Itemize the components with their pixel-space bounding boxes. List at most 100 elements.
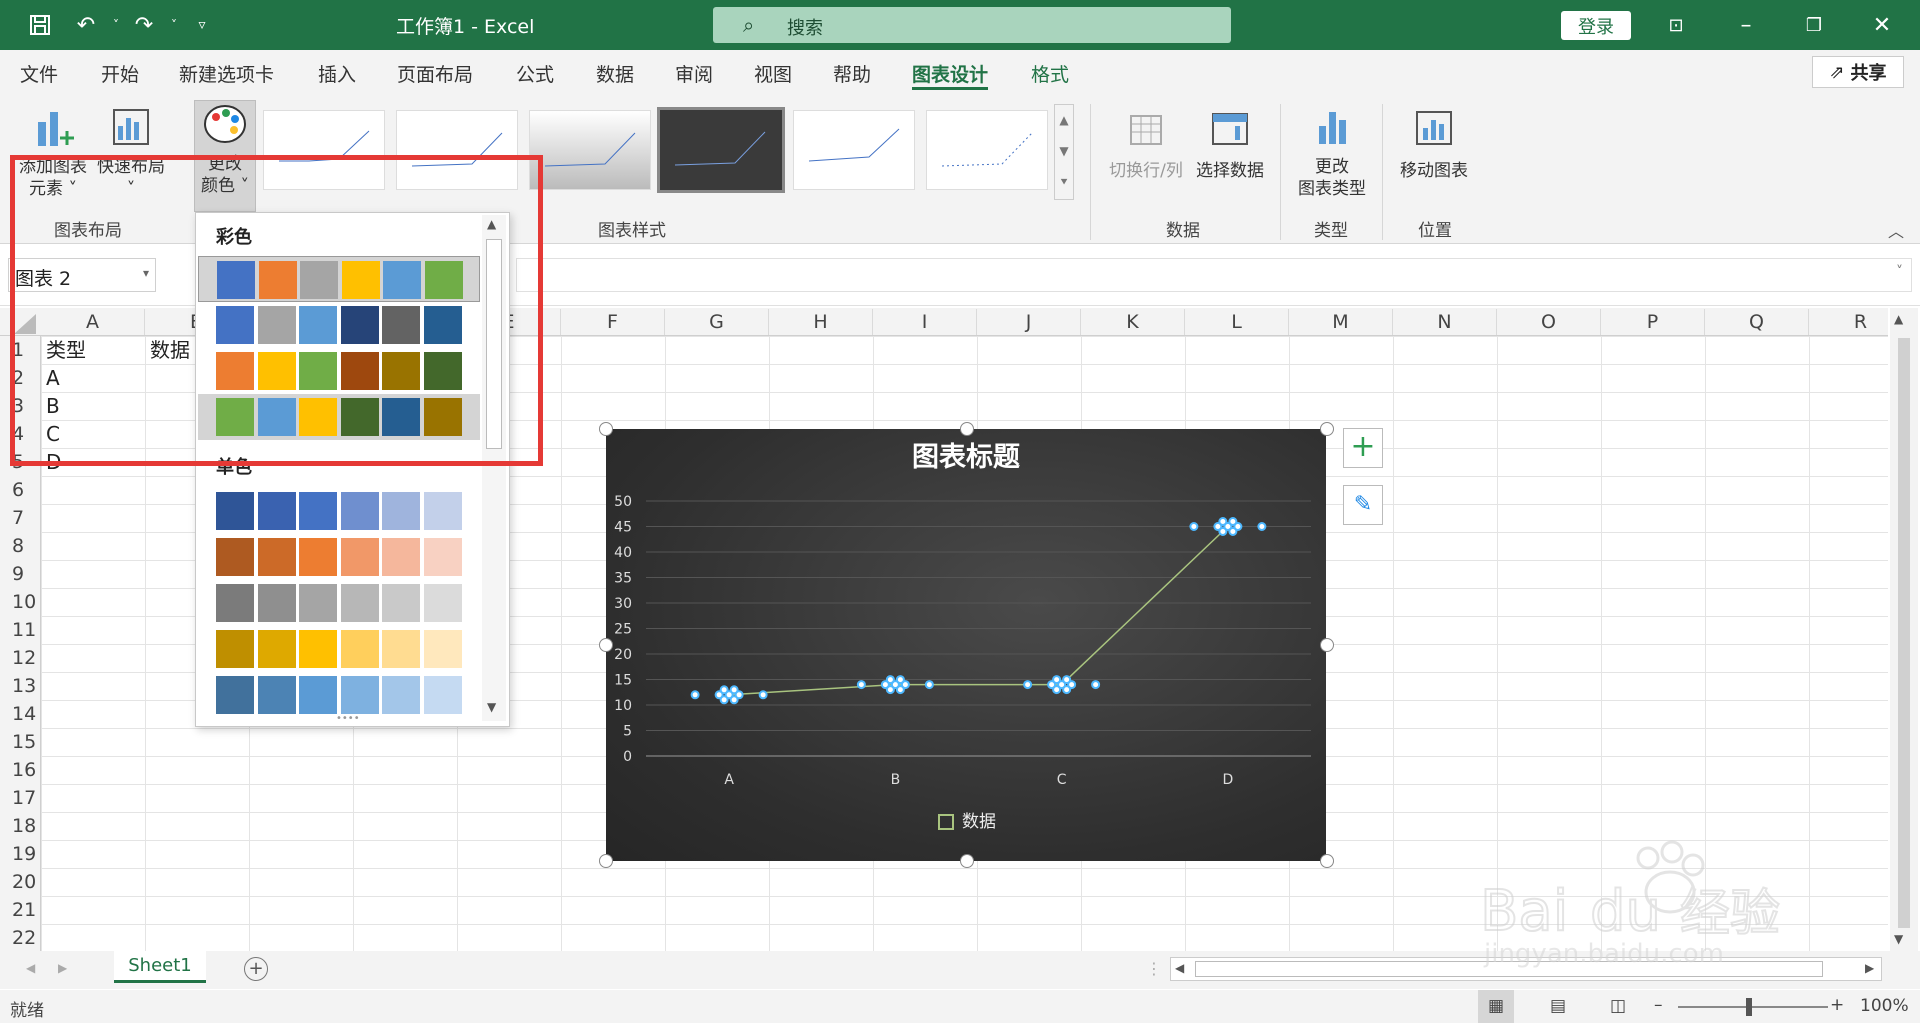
styles-scroll[interactable]: ▲ ▼ ⯆ xyxy=(1054,104,1074,200)
scroll-right-icon[interactable]: ▶ xyxy=(1865,961,1874,975)
search-box[interactable]: ⌕ 搜索 xyxy=(713,7,1231,43)
row-header-8[interactable]: 8 xyxy=(0,532,40,560)
monochromatic-palette-option[interactable] xyxy=(198,488,480,534)
row-header-18[interactable]: 18 xyxy=(0,812,40,840)
column-header-n[interactable]: N xyxy=(1393,309,1497,335)
row-header-19[interactable]: 19 xyxy=(0,840,40,868)
page-layout-view-icon[interactable]: ▤ xyxy=(1540,990,1576,1023)
resize-handle[interactable] xyxy=(599,422,613,436)
scroll-up-icon[interactable]: ▲ xyxy=(1055,105,1073,136)
column-header-j[interactable]: J xyxy=(977,309,1081,335)
login-button[interactable]: 登录 xyxy=(1561,11,1631,40)
tab-formulas[interactable]: 公式 xyxy=(516,60,554,86)
select-data-button[interactable]: 选择数据 xyxy=(1190,104,1270,182)
expand-formula-bar-icon[interactable]: ˅ xyxy=(1896,264,1903,280)
chart-style-4-selected[interactable] xyxy=(657,107,785,193)
page-break-view-icon[interactable]: ◫ xyxy=(1600,990,1636,1023)
zoom-level[interactable]: 100% xyxy=(1860,996,1909,1016)
row-header-17[interactable]: 17 xyxy=(0,784,40,812)
row-header-16[interactable]: 16 xyxy=(0,756,40,784)
row-header-11[interactable]: 11 xyxy=(0,616,40,644)
column-header-q[interactable]: Q xyxy=(1705,309,1809,335)
monochromatic-palette-option[interactable] xyxy=(198,672,480,718)
prev-sheet-icon[interactable]: ◀ xyxy=(26,961,35,975)
column-header-f[interactable]: F xyxy=(561,309,665,335)
column-header-h[interactable]: H xyxy=(769,309,873,335)
more-styles-icon[interactable]: ⯆ xyxy=(1055,167,1073,198)
tab-help[interactable]: 帮助 xyxy=(833,60,871,86)
row-header-7[interactable]: 7 xyxy=(0,504,40,532)
chart-style-5[interactable] xyxy=(793,110,915,190)
zoom-in-icon[interactable]: + xyxy=(1830,995,1844,1015)
scroll-down-icon[interactable]: ▼ xyxy=(1894,932,1903,946)
close-icon[interactable]: ✕ xyxy=(1866,8,1898,42)
row-header-15[interactable]: 15 xyxy=(0,728,40,756)
monochromatic-palette-option[interactable] xyxy=(198,626,480,672)
restore-icon[interactable]: ❐ xyxy=(1798,8,1830,42)
minimize-icon[interactable]: – xyxy=(1730,8,1762,42)
move-chart-button[interactable]: 移动图表 xyxy=(1394,104,1474,182)
column-header-l[interactable]: L xyxy=(1185,309,1289,335)
scroll-left-icon[interactable]: ◀ xyxy=(1175,961,1184,975)
customize-quick-access-icon[interactable]: ▿ xyxy=(186,8,218,42)
row-header-10[interactable]: 10 xyxy=(0,588,40,616)
change-chart-type-button[interactable]: 更改 图表类型 xyxy=(1292,104,1372,200)
resize-handle[interactable] xyxy=(960,854,974,868)
collapse-ribbon-icon[interactable]: ︿ xyxy=(1888,218,1904,242)
dropdown-resize-grip[interactable]: •••• xyxy=(336,713,360,724)
tab-new[interactable]: 新建选项卡 xyxy=(179,60,274,86)
sheet-tab-sheet1[interactable]: Sheet1 xyxy=(114,951,206,983)
dropdown-scroll-down-icon[interactable]: ▼ xyxy=(487,700,496,714)
tab-home[interactable]: 开始 xyxy=(101,60,139,86)
chart-style-3[interactable] xyxy=(529,110,651,190)
chart-elements-icon[interactable]: + xyxy=(1343,428,1383,468)
formula-input[interactable] xyxy=(516,258,1912,292)
column-header-g[interactable]: G xyxy=(665,309,769,335)
next-sheet-icon[interactable]: ▶ xyxy=(58,961,67,975)
tab-split-handle[interactable]: ⋮ xyxy=(1146,959,1162,978)
row-header-21[interactable]: 21 xyxy=(0,896,40,924)
monochromatic-palette-option[interactable] xyxy=(198,534,480,580)
resize-handle[interactable] xyxy=(599,854,613,868)
resize-handle[interactable] xyxy=(599,638,613,652)
vertical-scrollbar[interactable]: ▲ ▼ xyxy=(1890,308,1918,951)
add-sheet-icon[interactable]: + xyxy=(244,957,268,981)
switch-row-column-button[interactable]: 切换行/列 xyxy=(1104,104,1188,182)
chart-style-6[interactable] xyxy=(926,110,1048,190)
row-header-9[interactable]: 9 xyxy=(0,560,40,588)
scroll-up-icon[interactable]: ▲ xyxy=(1894,312,1903,326)
ribbon-display-options-icon[interactable]: ⊡ xyxy=(1660,8,1692,42)
normal-view-icon[interactable]: ▦ xyxy=(1478,990,1514,1023)
chart-styles-brush-icon[interactable]: ✎ xyxy=(1343,485,1383,525)
row-header-6[interactable]: 6 xyxy=(0,476,40,504)
monochromatic-palette-option[interactable] xyxy=(198,580,480,626)
redo-icon[interactable]: ↷ xyxy=(128,8,160,42)
row-header-20[interactable]: 20 xyxy=(0,868,40,896)
column-header-k[interactable]: K xyxy=(1081,309,1185,335)
chart-area[interactable]: 图表标题 0 5 10 15 20 25 30 35 40 45 50 A B C D 数据 xyxy=(606,429,1326,861)
zoom-out-icon[interactable]: – xyxy=(1654,995,1663,1015)
tab-file[interactable]: 文件 xyxy=(20,60,58,86)
undo-icon[interactable]: ↶ xyxy=(70,8,102,42)
column-header-i[interactable]: I xyxy=(873,309,977,335)
tab-review[interactable]: 审阅 xyxy=(675,60,713,86)
scroll-thumb[interactable] xyxy=(1898,338,1910,928)
tab-page-layout[interactable]: 页面布局 xyxy=(397,60,473,86)
resize-handle[interactable] xyxy=(1320,854,1334,868)
tab-data[interactable]: 数据 xyxy=(596,60,634,86)
column-header-o[interactable]: O xyxy=(1497,309,1601,335)
zoom-slider-track[interactable] xyxy=(1678,1006,1828,1008)
tab-chart-design[interactable]: 图表设计 xyxy=(912,60,989,90)
zoom-slider-thumb[interactable] xyxy=(1746,998,1752,1016)
row-header-12[interactable]: 12 xyxy=(0,644,40,672)
column-header-m[interactable]: M xyxy=(1289,309,1393,335)
share-button[interactable]: ⇗ 共享 xyxy=(1812,56,1904,88)
scroll-down-icon[interactable]: ▼ xyxy=(1055,136,1073,167)
row-header-14[interactable]: 14 xyxy=(0,700,40,728)
resize-handle[interactable] xyxy=(1320,638,1334,652)
row-header-22[interactable]: 22 xyxy=(0,924,40,952)
resize-handle[interactable] xyxy=(1320,422,1334,436)
row-header-13[interactable]: 13 xyxy=(0,672,40,700)
column-header-p[interactable]: P xyxy=(1601,309,1705,335)
tab-format[interactable]: 格式 xyxy=(1031,60,1069,86)
